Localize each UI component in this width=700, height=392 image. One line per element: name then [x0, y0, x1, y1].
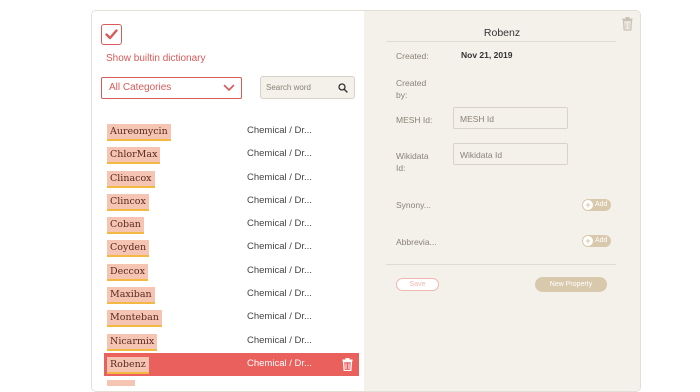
- add-label: Add: [595, 201, 608, 208]
- divider: [386, 41, 616, 42]
- word-detail-panel: Robenz Created: Nov 21, 2019 Created by:…: [364, 11, 640, 391]
- search-box[interactable]: [260, 76, 355, 99]
- mesh-id-field[interactable]: [453, 107, 568, 129]
- list-item-selected[interactable]: Robenz Chemical / Dr...: [104, 352, 359, 377]
- word-list-panel: Show builtin dictionary All Categories A…: [92, 11, 364, 391]
- list-item[interactable]: Clinacox Chemical / Dr...: [104, 167, 359, 190]
- list-item[interactable]: ChlorMax Chemical / Dr...: [104, 143, 359, 166]
- detail-title: Robenz: [483, 27, 521, 39]
- list-item[interactable]: Maxiban Chemical / Dr...: [104, 283, 359, 306]
- word-label: Nicarmix: [107, 333, 158, 351]
- wikidata-id-label-line1: Wikidata: [396, 151, 429, 161]
- trash-icon[interactable]: [342, 357, 353, 371]
- created-by-label: Created by:: [396, 77, 426, 101]
- word-category: Chemical / Dr...: [247, 264, 312, 276]
- add-label: Add: [595, 237, 608, 244]
- wikidata-id-field[interactable]: [453, 143, 568, 165]
- word-label: Monteban: [107, 310, 162, 328]
- list-item[interactable]: Coyden Chemical / Dr...: [104, 236, 359, 259]
- word-category: Chemical / Dr...: [247, 125, 312, 136]
- divider: [386, 264, 616, 265]
- word-label: Coyden: [107, 240, 150, 258]
- list-item[interactable]: Monteban Chemical / Dr...: [104, 306, 359, 329]
- synonyms-label: Synony...: [396, 200, 431, 210]
- plus-icon: +: [583, 236, 593, 246]
- wikidata-id-input[interactable]: [460, 148, 560, 161]
- word-category: Chemical / Dr...: [247, 171, 312, 183]
- word-category: Chemical / Dr...: [247, 148, 312, 160]
- word-category: Chemical / Dr...: [247, 241, 312, 253]
- list-item[interactable]: Nicarmix Chemical / Dr...: [104, 330, 359, 353]
- wikidata-id-label-line2: Id:: [396, 163, 406, 173]
- mesh-id-label: MESH Id:: [396, 115, 433, 125]
- save-button[interactable]: Save: [396, 278, 439, 291]
- dictionary-card: Show builtin dictionary All Categories A…: [91, 10, 641, 392]
- new-property-button[interactable]: New Property: [535, 277, 607, 292]
- word-category: Chemical / Dr...: [247, 288, 312, 300]
- word-category: Chemical / Dr...: [247, 194, 312, 206]
- word-label: ChlorMax: [107, 147, 161, 165]
- wikidata-id-label: Wikidata Id:: [396, 150, 429, 174]
- add-abbreviation-button[interactable]: + Add: [582, 235, 611, 247]
- search-input[interactable]: [266, 80, 336, 95]
- word-category: Chemical / Dr...: [247, 218, 312, 230]
- chevron-down-icon: [223, 84, 235, 91]
- category-select-value: All Categories: [109, 82, 172, 93]
- word-label-partial: [107, 380, 135, 387]
- created-label: Created:: [396, 51, 429, 61]
- builtin-dictionary-checkbox[interactable]: [101, 24, 122, 45]
- created-by-label-line1: Created: [396, 78, 427, 88]
- word-label: Deccox: [107, 263, 148, 281]
- list-item[interactable]: Clincox Chemical / Dr...: [104, 190, 359, 213]
- check-icon: [105, 29, 118, 40]
- word-label: Clinacox: [107, 170, 155, 188]
- category-select[interactable]: All Categories: [101, 77, 242, 99]
- builtin-dictionary-label: Show builtin dictionary: [106, 53, 206, 64]
- word-label: Clincox: [107, 193, 149, 211]
- plus-icon: +: [583, 200, 593, 210]
- abbreviations-label: Abbrevia...: [396, 237, 437, 247]
- word-label: Robenz: [107, 356, 149, 374]
- trash-icon[interactable]: [622, 17, 633, 31]
- word-list: Aureomycin Chemical / Dr... ChlorMax Che…: [104, 120, 359, 387]
- created-by-label-line2: by:: [396, 90, 408, 100]
- created-value: Nov 21, 2019: [461, 50, 513, 60]
- list-item[interactable]: Deccox Chemical / Dr...: [104, 260, 359, 283]
- search-icon[interactable]: [338, 83, 348, 93]
- word-label: Coban: [107, 217, 144, 235]
- mesh-id-input[interactable]: [460, 112, 560, 125]
- word-label: Maxiban: [107, 287, 155, 305]
- add-synonym-button[interactable]: + Add: [582, 199, 611, 211]
- word-label: Aureomycin: [107, 124, 171, 141]
- list-item-partial[interactable]: [104, 376, 359, 387]
- word-category: Chemical / Dr...: [247, 357, 312, 369]
- word-category: Chemical / Dr...: [247, 311, 312, 323]
- list-item[interactable]: Aureomycin Chemical / Dr...: [104, 120, 359, 143]
- list-item[interactable]: Coban Chemical / Dr...: [104, 213, 359, 236]
- word-category: Chemical / Dr...: [247, 334, 312, 346]
